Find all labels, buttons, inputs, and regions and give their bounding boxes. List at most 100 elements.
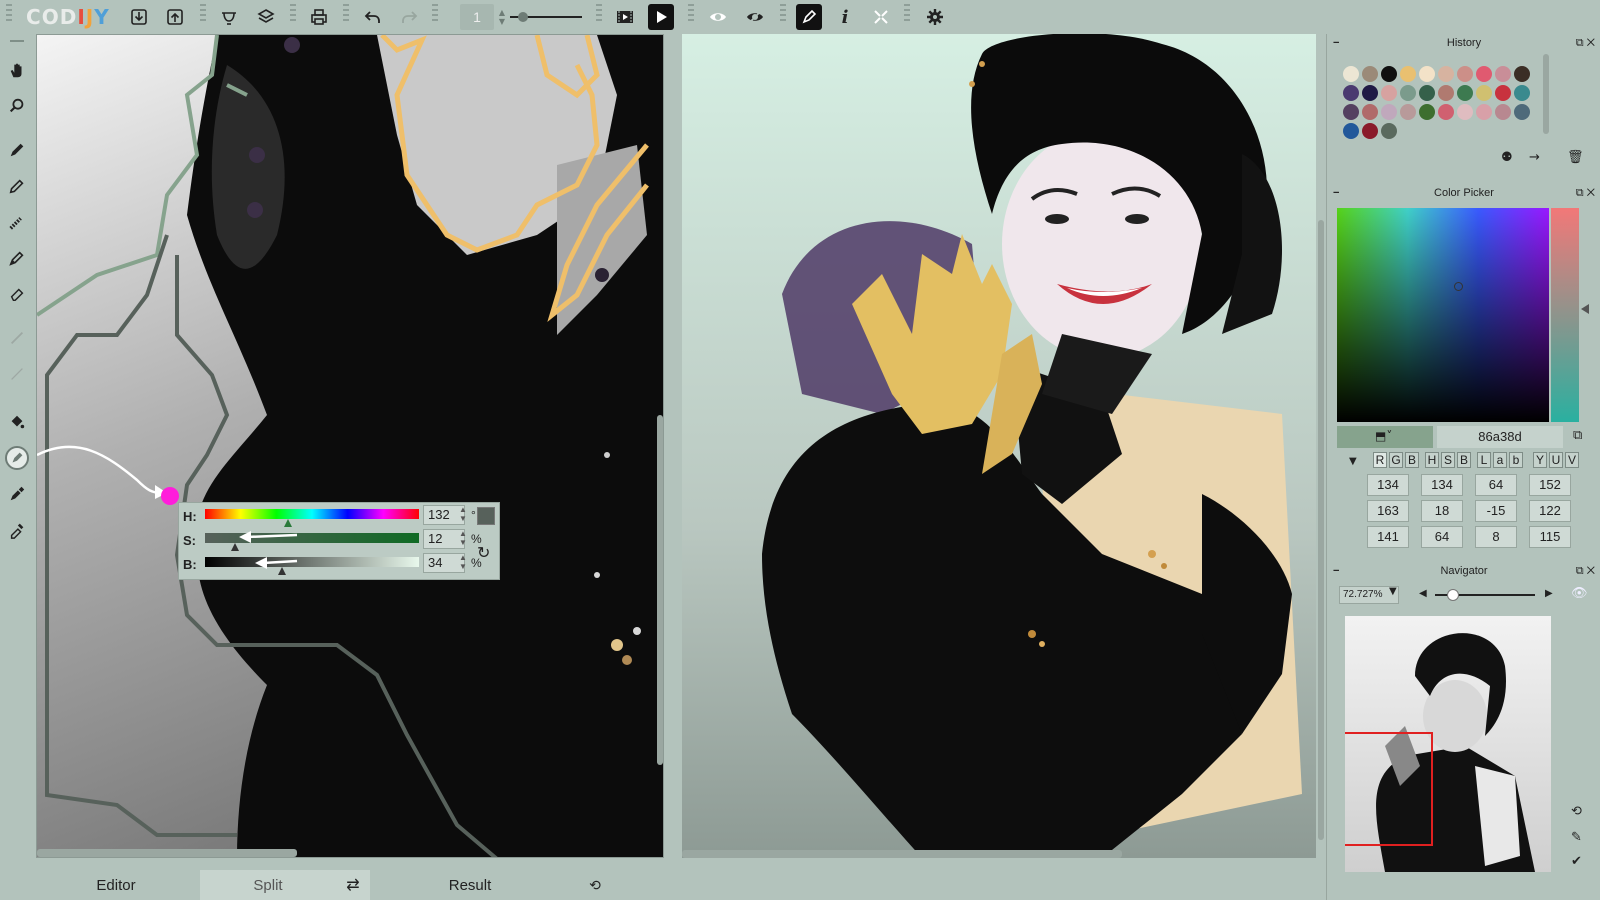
history-swatch[interactable] <box>1362 104 1378 120</box>
toolbar-grip-2[interactable] <box>200 4 206 24</box>
result-canvas[interactable] <box>682 34 1316 858</box>
hsb-value-input[interactable]: 64 <box>1421 526 1463 548</box>
brush-size-spinner[interactable]: ▲ ▼ <box>496 4 508 30</box>
history-swatch[interactable] <box>1362 85 1378 101</box>
navigator-thumbnail[interactable] <box>1345 616 1551 872</box>
color-mode-g-button[interactable]: G <box>1389 452 1403 468</box>
eraser-icon[interactable] <box>5 282 29 306</box>
import-icon[interactable] <box>126 4 152 30</box>
navigator-eye-icon[interactable]: 👁 <box>1571 586 1588 601</box>
yuv-value-input[interactable]: 152 <box>1529 474 1571 496</box>
color-mode-a-button[interactable]: a <box>1493 452 1507 468</box>
history-minimize-icon[interactable]: − <box>1333 34 1339 52</box>
navigator-check-icon[interactable]: ✔ <box>1571 854 1582 869</box>
history-swatch[interactable] <box>1457 104 1473 120</box>
color-field[interactable] <box>1337 208 1549 422</box>
toolbar-grip[interactable] <box>6 4 12 24</box>
lab-value-input[interactable]: -15 <box>1475 500 1517 522</box>
zoom-icon[interactable] <box>5 94 29 118</box>
hue-thumb[interactable] <box>284 519 293 527</box>
color-mode-s-button[interactable]: S <box>1441 452 1455 468</box>
color-mode-h-button[interactable]: H <box>1425 452 1439 468</box>
print-icon[interactable] <box>306 4 332 30</box>
hex-input[interactable]: 86a38d <box>1437 426 1563 448</box>
toolbar-grip-5[interactable] <box>432 4 438 24</box>
color-picker-close-icon[interactable]: ⧉ ✕ <box>1576 184 1595 202</box>
history-people-icon[interactable]: ⚉ <box>1501 150 1513 165</box>
history-swatch[interactable] <box>1400 85 1416 101</box>
eye-icon[interactable] <box>705 4 731 30</box>
brightness-slider[interactable] <box>205 557 419 567</box>
lab-value-input[interactable]: 64 <box>1475 474 1517 496</box>
rgb-value-input[interactable]: 134 <box>1367 474 1409 496</box>
toolbar-grip-7[interactable] <box>688 4 694 24</box>
toolbar-grip-4[interactable] <box>343 4 349 24</box>
history-swatch[interactable] <box>1362 66 1378 82</box>
color-mode-b-button[interactable]: B <box>1405 452 1419 468</box>
brush-size-field[interactable]: 1 <box>460 4 494 30</box>
lab-value-input[interactable]: 8 <box>1475 526 1517 548</box>
play-icon[interactable] <box>648 4 674 30</box>
screen-picker-icon[interactable]: ⧉ <box>1573 428 1582 443</box>
brush-icon[interactable] <box>5 246 29 270</box>
hue-slider[interactable] <box>205 509 419 519</box>
history-swatch[interactable] <box>1400 104 1416 120</box>
history-trash-icon[interactable]: 🗑 <box>1567 150 1584 165</box>
rgb-value-input[interactable]: 141 <box>1367 526 1409 548</box>
pen-icon[interactable] <box>796 4 822 30</box>
brush-size-slider[interactable] <box>510 4 582 30</box>
marker-icon[interactable] <box>5 138 29 162</box>
history-swatch[interactable] <box>1476 66 1492 82</box>
navigator-close-icon[interactable]: ⧉ ✕ <box>1576 562 1595 580</box>
navigator-sync-icon[interactable]: ⟲ <box>1571 804 1582 819</box>
palette-icon[interactable] <box>216 4 242 30</box>
tools-grip[interactable] <box>5 36 29 46</box>
hue-strip-marker[interactable] <box>1581 304 1589 314</box>
editor-h-scrollbar[interactable] <box>37 849 297 857</box>
history-swatch[interactable] <box>1419 104 1435 120</box>
editor-v-scrollbar[interactable] <box>657 415 663 765</box>
color-mode-y-button[interactable]: Y <box>1533 452 1547 468</box>
history-swatch[interactable] <box>1400 66 1416 82</box>
color-mode-r-button[interactable]: R <box>1373 452 1387 468</box>
history-swatch[interactable] <box>1419 66 1435 82</box>
bucket-icon[interactable] <box>5 410 29 434</box>
undo-icon[interactable] <box>360 4 386 30</box>
sync-icon[interactable]: ⟲ <box>570 870 620 900</box>
yuv-value-input[interactable]: 115 <box>1529 526 1571 548</box>
history-swatch[interactable] <box>1343 85 1359 101</box>
hsb-value-input[interactable]: 18 <box>1421 500 1463 522</box>
hue-strip[interactable] <box>1551 208 1579 422</box>
history-swatch[interactable] <box>1381 104 1397 120</box>
color-mode-b-button[interactable]: b <box>1509 452 1523 468</box>
history-swatch[interactable] <box>1457 85 1473 101</box>
hue-spinner[interactable]: ▲ ▼ <box>459 505 467 523</box>
history-swatch[interactable] <box>1514 104 1530 120</box>
zoom-in-icon[interactable]: ▶ <box>1545 588 1553 599</box>
history-swatch[interactable] <box>1514 85 1530 101</box>
history-swatch[interactable] <box>1514 66 1530 82</box>
history-close-icon[interactable]: ⧉ ✕ <box>1576 34 1595 52</box>
color-mode-v-button[interactable]: V <box>1565 452 1579 468</box>
picker-pen-icon[interactable] <box>5 482 29 506</box>
result-v-scrollbar[interactable] <box>1318 220 1324 840</box>
saturation-spinner[interactable]: ▲ ▼ <box>459 529 467 547</box>
history-swatch[interactable] <box>1419 85 1435 101</box>
saturation-thumb[interactable] <box>230 543 239 551</box>
saturation-slider[interactable] <box>205 533 419 543</box>
zoom-slider-thumb[interactable] <box>1447 589 1459 601</box>
navigator-pencil-icon[interactable]: ✎ <box>1571 830 1582 845</box>
history-swatch[interactable] <box>1343 104 1359 120</box>
toolbar-grip-3[interactable] <box>290 4 296 24</box>
history-swatch[interactable] <box>1495 104 1511 120</box>
expand-icon[interactable] <box>868 4 894 30</box>
toolbar-grip-8[interactable] <box>780 4 786 24</box>
zoom-slider[interactable] <box>1435 589 1535 601</box>
rgb-value-input[interactable]: 163 <box>1367 500 1409 522</box>
zoom-dropdown-icon[interactable]: ▼ <box>1389 586 1397 597</box>
color-marker-icon[interactable] <box>5 446 29 470</box>
swatch-dropdown-icon[interactable]: ⬒˅ <box>1375 429 1392 443</box>
settings-icon[interactable] <box>922 4 948 30</box>
history-swatch[interactable] <box>1476 85 1492 101</box>
color-mode-u-button[interactable]: U <box>1549 452 1563 468</box>
